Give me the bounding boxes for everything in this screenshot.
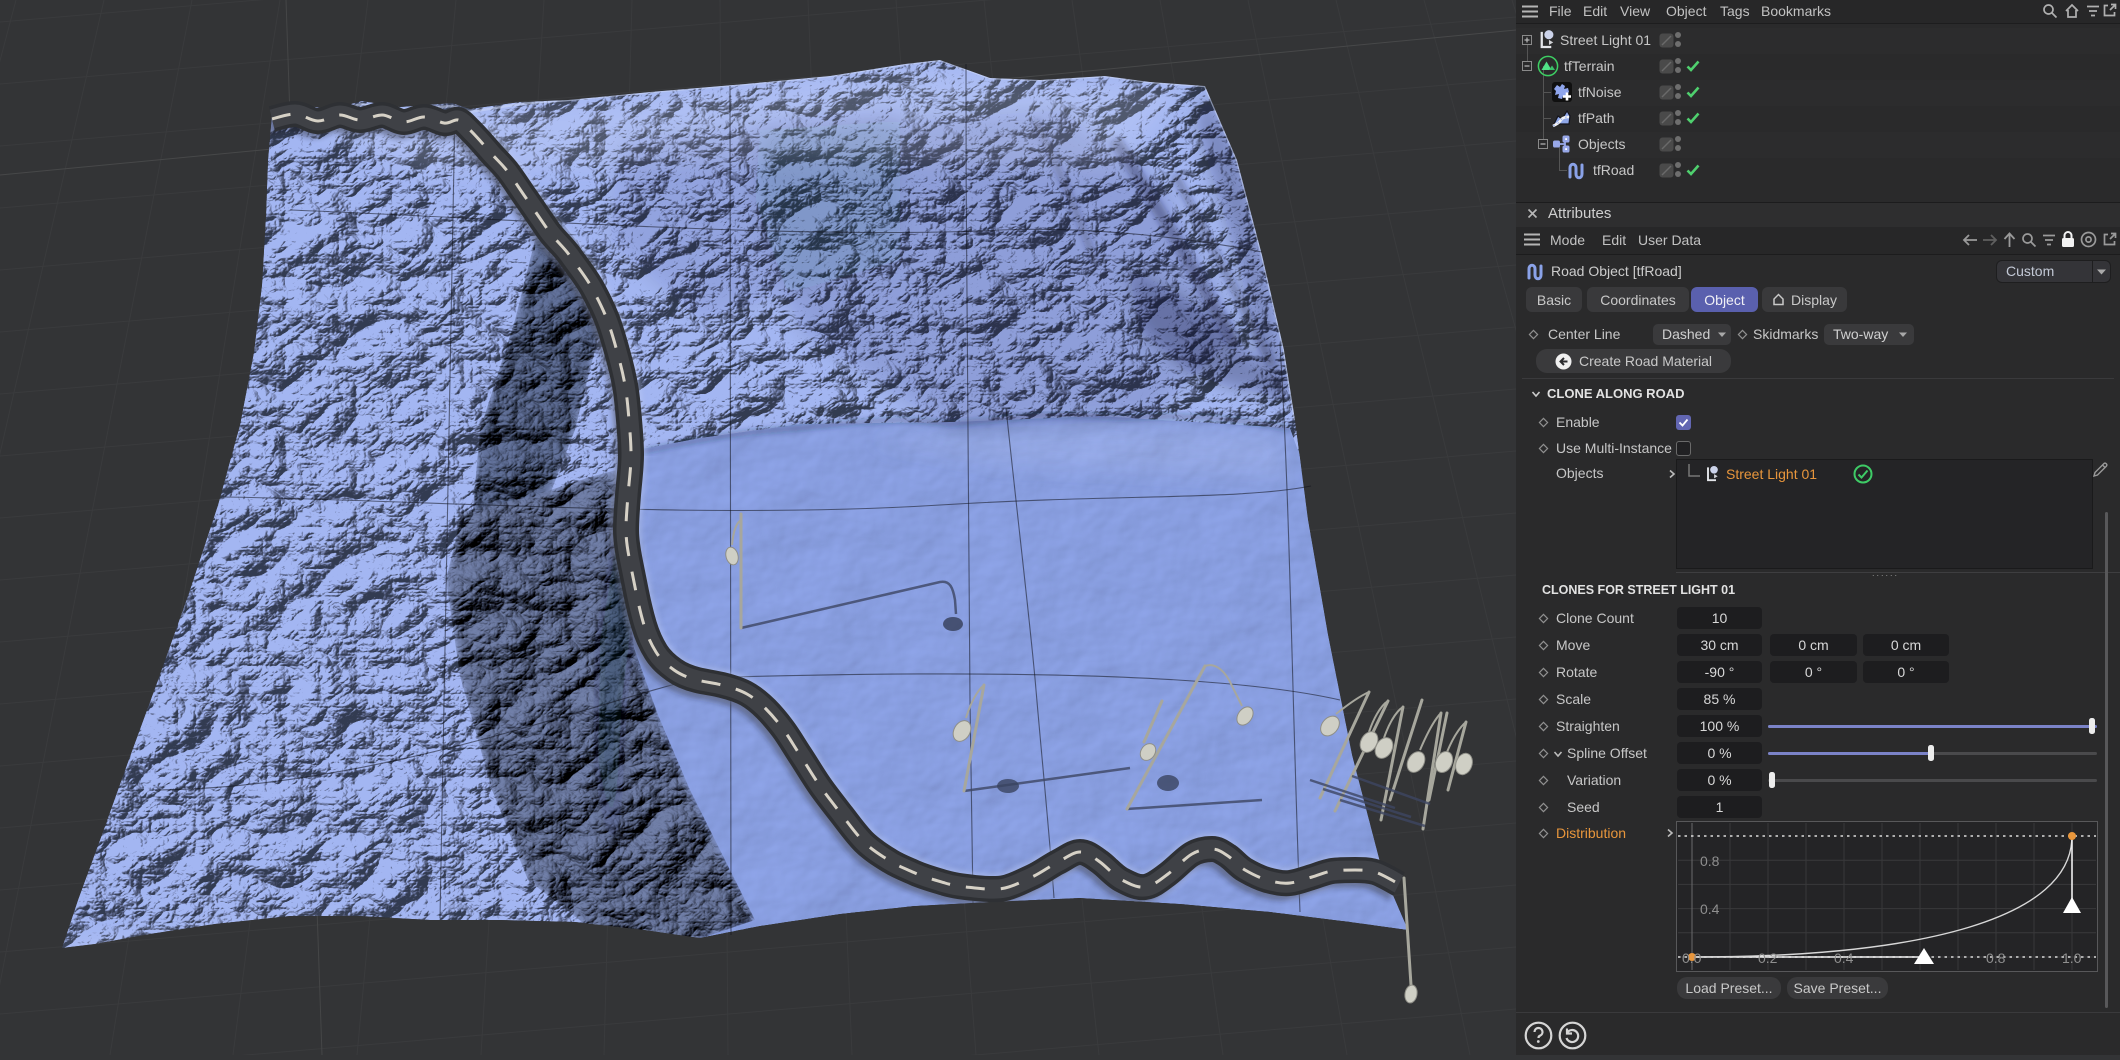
- svg-text:1.0: 1.0: [2062, 950, 2082, 966]
- svg-text:0.8: 0.8: [1700, 853, 1720, 869]
- svg-text:0.8: 0.8: [1986, 950, 2006, 966]
- svg-text:0.4: 0.4: [1834, 950, 1854, 966]
- svg-text:0.0: 0.0: [1682, 950, 1702, 966]
- svg-text:0.2: 0.2: [1758, 950, 1778, 966]
- svg-text:0.4: 0.4: [1700, 901, 1720, 917]
